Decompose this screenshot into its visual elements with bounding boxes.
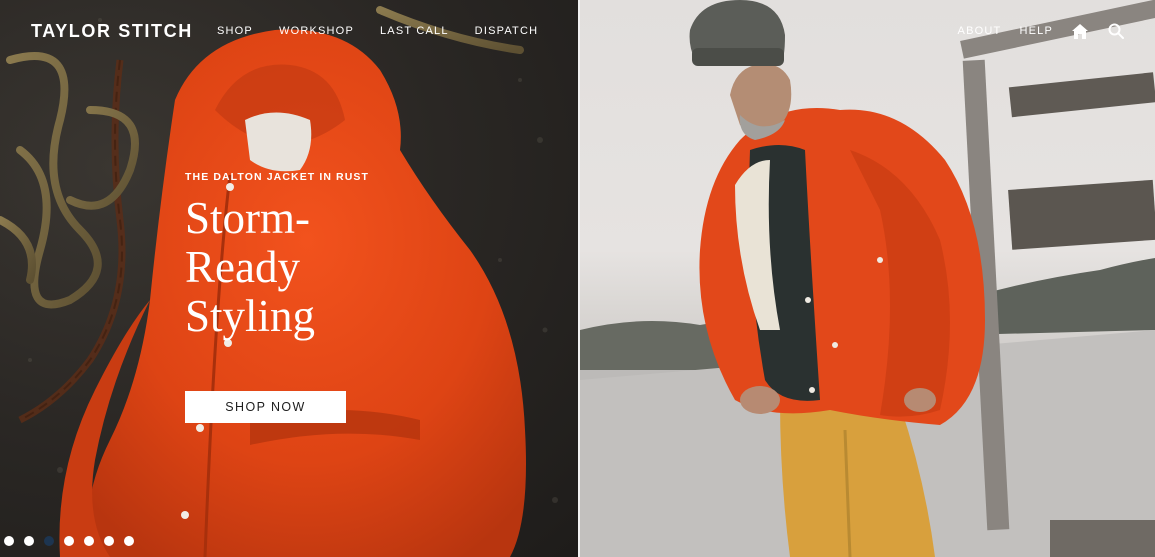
headline-line: Ready [185, 242, 300, 292]
hero-image-model-by-water [580, 0, 1155, 557]
primary-nav: SHOP WORKSHOP LAST CALL DISPATCH [217, 25, 564, 37]
carousel-pagination [4, 536, 144, 546]
search-icon[interactable] [1107, 22, 1125, 40]
headline-line: Storm- [185, 193, 311, 243]
model-by-water-illustration [580, 0, 1155, 557]
nav-link-dispatch[interactable]: DISPATCH [475, 25, 539, 37]
top-navigation: TAYLOR STITCH SHOP WORKSHOP LAST CALL DI… [0, 0, 1155, 64]
nav-link-workshop[interactable]: WORKSHOP [279, 25, 354, 37]
carousel-dot[interactable] [84, 536, 94, 546]
nav-link-about[interactable]: ABOUT [958, 25, 1002, 37]
nav-link-help[interactable]: HELP [1019, 25, 1053, 37]
hero-eyebrow: THE DALTON JACKET IN RUST [185, 171, 370, 183]
hero-headline: Storm- Ready Styling [185, 194, 385, 341]
shop-now-button[interactable]: SHOP NOW [185, 391, 346, 423]
nav-link-shop[interactable]: SHOP [217, 25, 253, 37]
brand-logo[interactable]: TAYLOR STITCH [31, 21, 193, 42]
carousel-dot[interactable] [24, 536, 34, 546]
nav-link-last-call[interactable]: LAST CALL [380, 25, 449, 37]
carousel-dot[interactable] [4, 536, 14, 546]
headline-line: Styling [185, 291, 316, 341]
carousel-dot[interactable] [44, 536, 54, 546]
secondary-nav: ABOUT HELP [958, 22, 1125, 40]
carousel-dot[interactable] [104, 536, 114, 546]
carousel-dot[interactable] [124, 536, 134, 546]
hero-banner: TAYLOR STITCH SHOP WORKSHOP LAST CALL DI… [0, 0, 1155, 557]
home-icon[interactable] [1071, 22, 1089, 40]
carousel-dot[interactable] [64, 536, 74, 546]
